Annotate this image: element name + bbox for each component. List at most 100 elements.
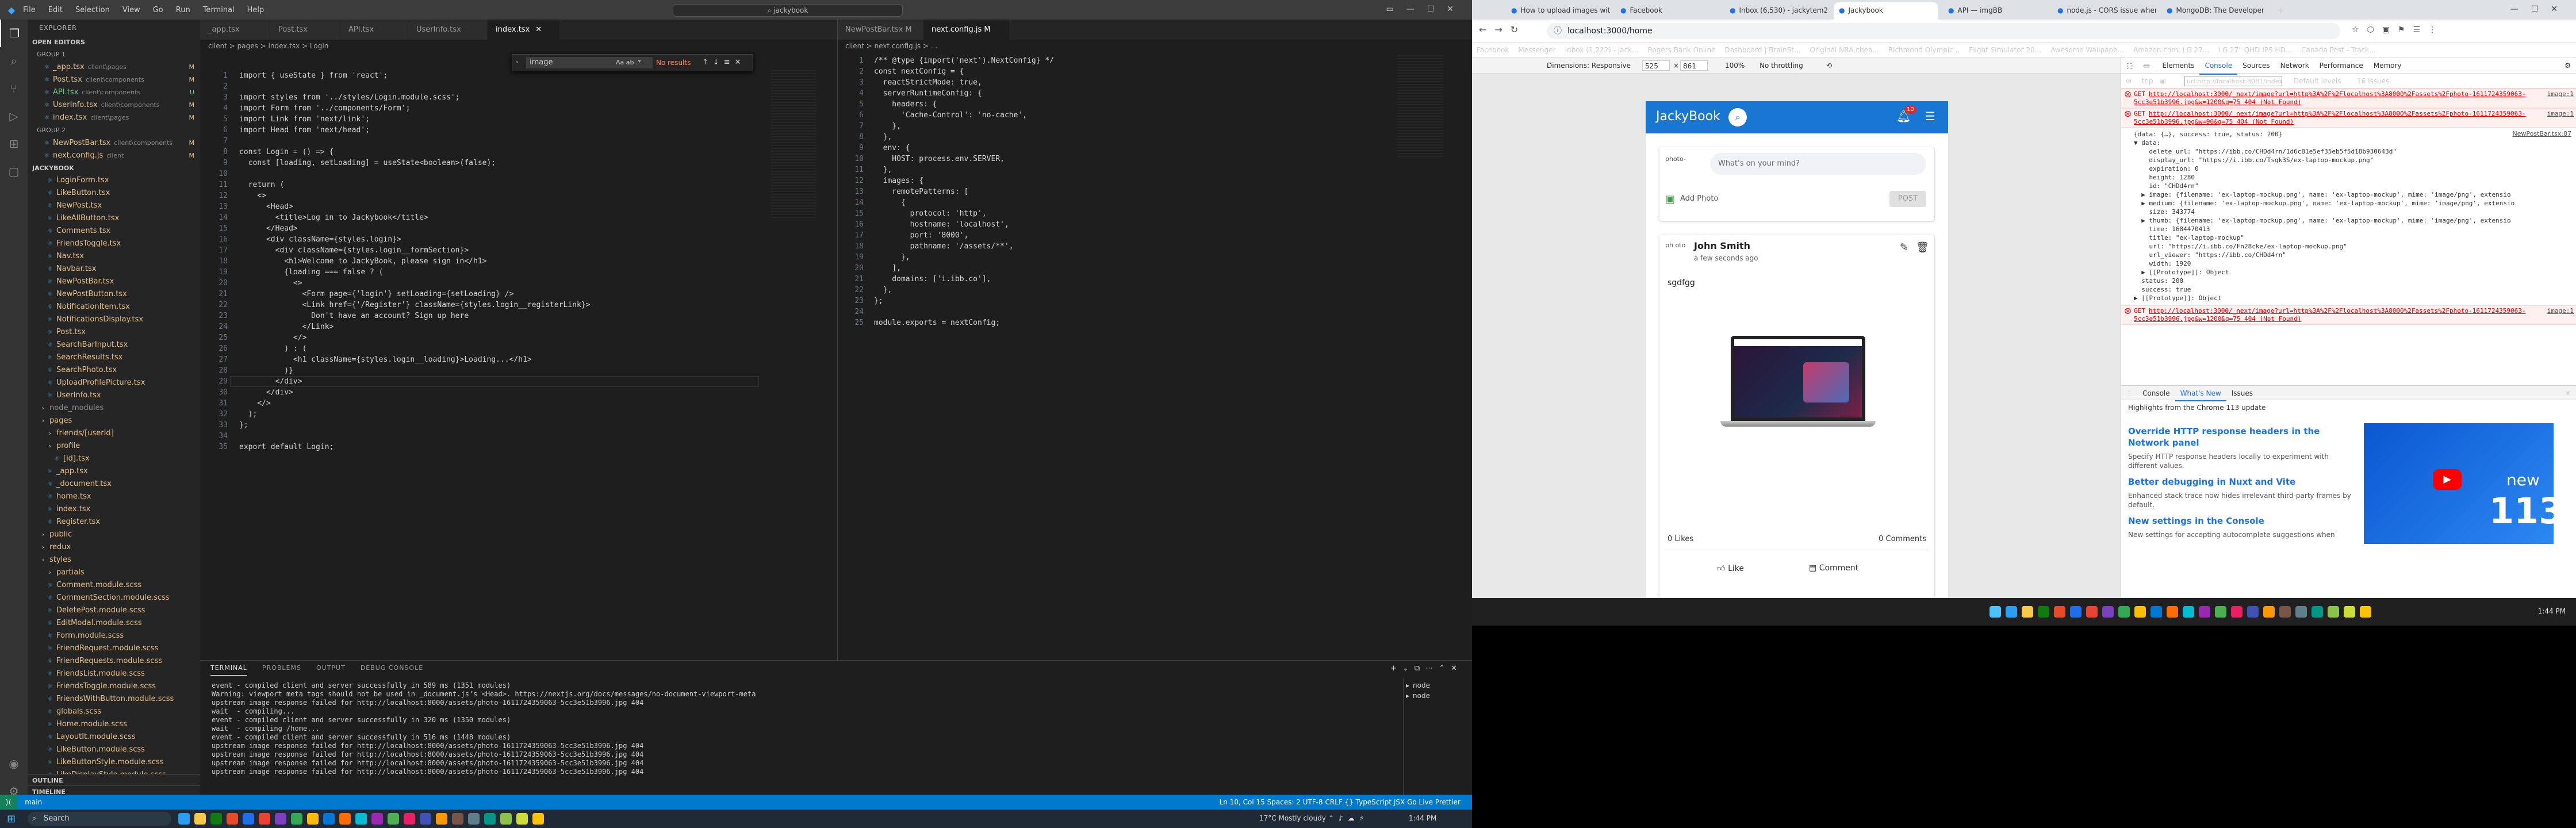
log-source-link[interactable]: NewPostBar.tsx:87 xyxy=(2512,130,2571,137)
explorer-icon[interactable]: ❐ xyxy=(0,20,28,47)
taskbar-app-icon[interactable] xyxy=(227,813,238,825)
whats-new-video[interactable]: ▶ new 113 xyxy=(2364,423,2563,544)
menu-item[interactable]: Edit xyxy=(48,6,63,14)
file-item[interactable]: ⚛ [id].tsx xyxy=(28,453,200,465)
project-section[interactable]: JACKYBOOK xyxy=(28,162,200,174)
taskbar-app-icon[interactable] xyxy=(484,813,496,825)
file-item[interactable]: ⚛ globals.scss xyxy=(28,706,200,718)
edit-icon[interactable]: ✎ xyxy=(1900,241,1908,254)
devtools-tab[interactable]: Elements xyxy=(2157,57,2200,74)
drawer-tab[interactable]: Console xyxy=(2137,386,2175,400)
post-button[interactable]: POST xyxy=(1889,191,1926,207)
bookmark-item[interactable]: Rogers Bank Online xyxy=(1648,46,1716,54)
weather-label[interactable]: 17°C Mostly cloudy xyxy=(1259,814,1326,822)
taskbar-app-icon[interactable] xyxy=(2022,606,2033,618)
taskbar-app-icon[interactable] xyxy=(2263,606,2275,618)
object-property[interactable]: ▶ [[Prototype]]: Object xyxy=(2134,294,2574,302)
file-item[interactable]: ⚛ LikeButtonStyle.module.scss xyxy=(28,756,200,769)
object-property[interactable]: delete_url: "https://ibb.co/CHDd4rn/1d6c… xyxy=(2134,147,2574,156)
close-icon[interactable]: ✕ xyxy=(2565,386,2571,401)
new-post-input[interactable]: What's on your mind? xyxy=(1710,153,1926,175)
bookmark-item[interactable]: Dashboard | BrainSt... xyxy=(1724,46,1800,54)
folder-item[interactable]: › node_modules xyxy=(28,402,200,415)
taskbar-app-icon[interactable] xyxy=(275,813,286,825)
console-error[interactable]: image:1 GEThttp://localhost:3000/_next/im… xyxy=(2121,305,2576,325)
minimap-left[interactable] xyxy=(770,70,816,220)
close-icon[interactable]: ✕ xyxy=(535,25,542,34)
likes-count[interactable]: 0 Likes xyxy=(1667,535,1693,543)
open-editor-item[interactable]: ⚛ _app.tsx client\pages M xyxy=(28,61,200,74)
clear-console-icon[interactable]: ⊘ xyxy=(2126,77,2132,85)
drawer-tab[interactable]: Issues xyxy=(2226,386,2258,400)
match-case-icon[interactable]: Aa ab .* xyxy=(616,59,641,66)
object-property[interactable]: url_viewer: "https://ibb.co/CHDd4rn" xyxy=(2134,251,2574,259)
zoom-select[interactable]: 100% xyxy=(1725,57,1745,74)
taskbar-app-icon[interactable] xyxy=(2199,606,2210,618)
file-item[interactable]: ⚛ EditModal.module.scss xyxy=(28,617,200,630)
folder-item[interactable]: › public xyxy=(28,528,200,541)
taskbar-app-icon[interactable] xyxy=(371,813,383,825)
devtools-tab[interactable]: Performance xyxy=(2314,57,2368,74)
command-center[interactable]: ⌕ jackybook xyxy=(673,4,903,17)
eye-icon[interactable]: ◉ xyxy=(2160,77,2165,85)
inspect-icon[interactable]: ⬚ xyxy=(2121,57,2138,74)
status-right[interactable]: Ln 10, Col 15 Spaces: 2 UTF-8 CRLF {} Ty… xyxy=(1220,795,1460,810)
drawer-tab[interactable]: What's New xyxy=(2175,386,2226,401)
taskbar-app-icon[interactable] xyxy=(243,813,254,825)
menu-item[interactable]: Go xyxy=(153,6,163,14)
object-property[interactable]: size: 343774 xyxy=(2134,208,2574,216)
object-property[interactable]: title: "ex-laptop-mockup" xyxy=(2134,233,2574,242)
find-nav-icons[interactable]: ↑↓≡✕ xyxy=(702,58,746,67)
bookmark-item[interactable]: Awesome Wallpape... xyxy=(2050,46,2124,54)
file-item[interactable]: ⚛ Post.tsx xyxy=(28,326,200,339)
taskbar-app-icon[interactable] xyxy=(291,813,302,825)
extension-icons[interactable]: ☆⬡▣⚑☰⋮ xyxy=(2352,25,2444,34)
file-item[interactable]: ⚛ Register.tsx xyxy=(28,516,200,528)
post-image[interactable] xyxy=(1720,336,1876,451)
folder-item[interactable]: › friends/[userId] xyxy=(28,427,200,440)
object-property[interactable]: width: 1920 xyxy=(2134,259,2574,268)
file-item[interactable]: ⚛ NewPostButton.tsx xyxy=(28,288,200,301)
app-logo[interactable]: JackyBook xyxy=(1656,109,1720,124)
folder-item[interactable]: › profile xyxy=(28,440,200,453)
object-property[interactable]: ▶ thumb: {filename: 'ex-laptop-mockup.pn… xyxy=(2134,216,2574,225)
file-item[interactable]: ⚛ LikeAllButton.tsx xyxy=(28,212,200,225)
editor-divider[interactable] xyxy=(837,20,838,660)
taskbar-app-icon[interactable] xyxy=(2086,606,2098,618)
file-item[interactable]: ⚛ NotificationsDisplay.tsx xyxy=(28,313,200,326)
whats-new-link[interactable]: Override HTTP response headers in the Ne… xyxy=(2128,425,2358,448)
code-editor-left[interactable]: import { useState } from 'react'; import… xyxy=(239,70,590,453)
source-control-icon[interactable]: ⑂ xyxy=(0,75,28,102)
taskbar-app-icon[interactable] xyxy=(2231,606,2242,618)
open-editor-item[interactable]: ⚛ index.tsx client\pages M xyxy=(28,112,200,124)
taskbar-app-icon[interactable] xyxy=(2360,606,2371,618)
file-item[interactable]: ⚛ FriendRequest.module.scss xyxy=(28,642,200,655)
file-item[interactable]: ⚛ index.tsx xyxy=(28,503,200,516)
editor-tab[interactable]: index.tsx ✕ xyxy=(488,20,560,40)
file-item[interactable]: ⚛ Comments.tsx xyxy=(28,225,200,237)
error-source-link[interactable]: image:1 xyxy=(2547,307,2574,315)
omnibox[interactable]: ⓘ localhost:3000/home xyxy=(1547,23,2340,39)
file-item[interactable]: ⚛ Form.module.scss xyxy=(28,630,200,642)
error-source-link[interactable]: image:1 xyxy=(2547,110,2574,118)
folder-item[interactable]: › pages xyxy=(28,415,200,427)
file-item[interactable]: ⚛ Home.module.scss xyxy=(28,718,200,731)
taskbar-app-icon[interactable] xyxy=(355,813,367,825)
bookmark-item[interactable]: Messenger xyxy=(1518,46,1555,54)
file-item[interactable]: ⚛ LikeButton.tsx xyxy=(28,187,200,200)
taskbar-app-icon[interactable] xyxy=(516,813,528,825)
taskbar-app-icon[interactable] xyxy=(2183,606,2194,618)
file-item[interactable]: ⚛ Nav.tsx xyxy=(28,250,200,263)
file-item[interactable]: ⚛ FriendsToggle.tsx xyxy=(28,237,200,250)
layout-toggle-icon[interactable]: ▭ xyxy=(1386,5,1406,14)
run-debug-icon[interactable]: ▷ xyxy=(0,102,28,130)
menu-item[interactable]: File xyxy=(23,6,36,14)
file-item[interactable]: ⚛ _document.tsx xyxy=(28,478,200,490)
remote-indicator-icon[interactable]: ⟩⟨ xyxy=(0,795,17,810)
account-icon[interactable]: ◉ xyxy=(0,750,28,777)
browser-tab[interactable]: ●node.js - CORS issue when try... xyxy=(2053,2,2156,20)
menu-item[interactable]: View xyxy=(122,6,140,14)
folder-item[interactable]: › redux xyxy=(28,541,200,554)
console-log-object[interactable]: NewPostBar.tsx:87 {data: {…}, success: t… xyxy=(2121,128,2576,305)
device-height-input[interactable]: 861 xyxy=(1680,60,1708,71)
